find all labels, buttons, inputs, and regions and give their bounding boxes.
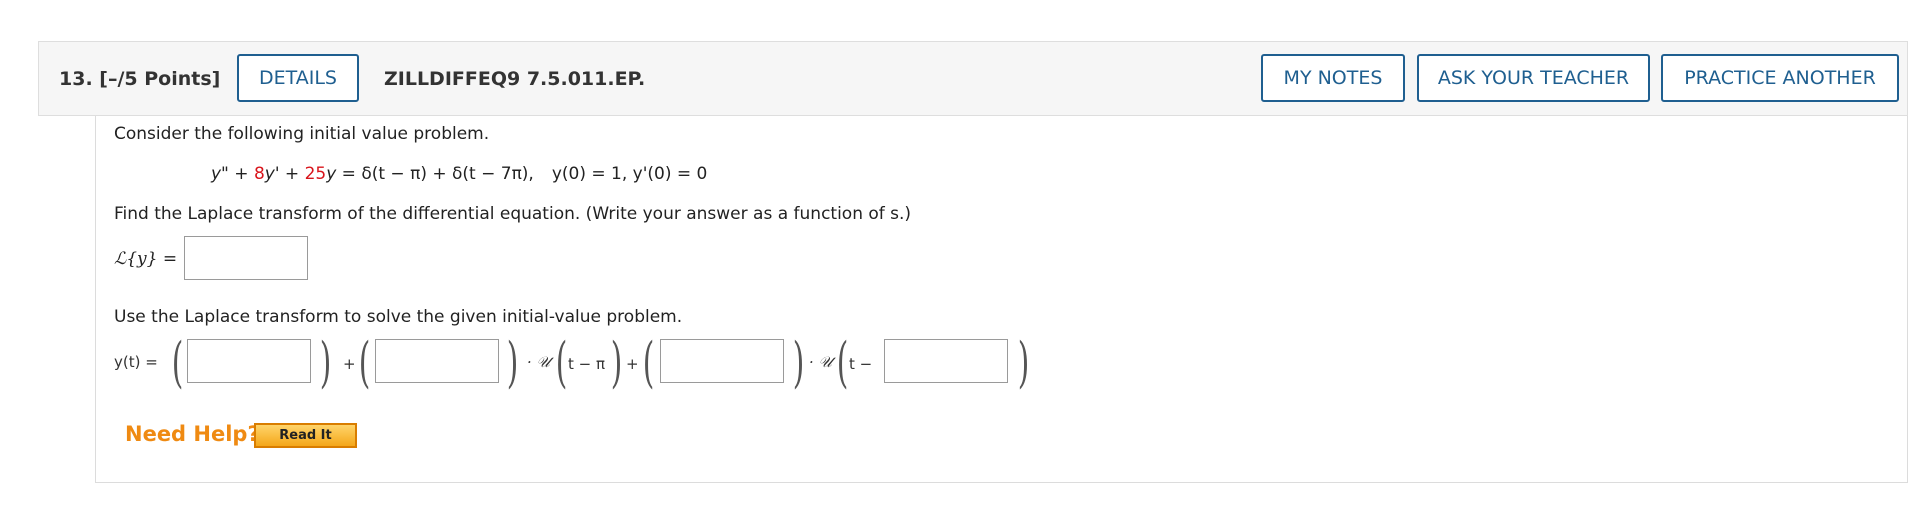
- open-paren: (: [555, 331, 568, 394]
- eq-plus: +: [228, 164, 254, 184]
- eq-coef-25: 25: [304, 164, 327, 184]
- plus-sign: +: [343, 355, 356, 373]
- details-button[interactable]: DETAILS: [237, 54, 359, 102]
- ask-teacher-button[interactable]: ASK YOUR TEACHER: [1417, 54, 1650, 102]
- shift-t-minus: t −: [849, 355, 873, 373]
- open-paren: (: [836, 331, 849, 394]
- close-paren: ): [319, 331, 332, 394]
- eq-rhs: = δ(t − π) + δ(t − 7π),: [336, 164, 534, 184]
- solution-shift-input[interactable]: [884, 339, 1008, 383]
- need-help-label: Need Help?: [125, 422, 260, 446]
- part2-prompt: Use the Laplace transform to solve the g…: [114, 307, 683, 327]
- intro-text: Consider the following initial value pro…: [114, 124, 490, 144]
- close-paren: ): [792, 331, 805, 394]
- solution-coef2-input[interactable]: [660, 339, 784, 383]
- solution-label: y(t) =: [114, 353, 158, 371]
- initial-conditions: y(0) = 1, y'(0) = 0: [551, 164, 708, 184]
- laplace-answer-input[interactable]: [184, 236, 308, 280]
- question-header: 13. [–/5 Points] DETAILS ZILLDIFFEQ9 7.5…: [38, 41, 1908, 116]
- close-paren: ): [610, 331, 623, 394]
- laplace-label: ℒ{y} =: [114, 249, 178, 269]
- my-notes-button[interactable]: MY NOTES: [1261, 54, 1405, 102]
- ode-equation: y" + 8y' + 25y = δ(t − π) + δ(t − 7π), y(…: [211, 164, 707, 184]
- open-paren: (: [171, 331, 184, 394]
- close-paren: ): [1017, 331, 1030, 394]
- solution-term1-input[interactable]: [187, 339, 311, 383]
- plus-sign: +: [626, 355, 639, 373]
- open-paren: (: [642, 331, 655, 394]
- open-paren: (: [358, 331, 371, 394]
- eq-term-y: y: [326, 164, 337, 184]
- heaviside-u-2: · 𝒰: [809, 353, 833, 371]
- eq-coef-8: 8: [253, 164, 265, 184]
- solution-coef1-input[interactable]: [375, 339, 499, 383]
- heaviside-u-1: · 𝒰: [527, 353, 551, 371]
- eq-plus: +: [279, 164, 305, 184]
- problem-id: ZILLDIFFEQ9 7.5.011.EP.: [384, 68, 646, 90]
- practice-another-button[interactable]: PRACTICE ANOTHER: [1661, 54, 1899, 102]
- eq-term-y2: y": [211, 164, 229, 184]
- read-it-button[interactable]: Read It: [254, 423, 357, 448]
- question-number: 13. [–/5 Points]: [59, 68, 221, 90]
- shift-t-minus-pi: t − π: [568, 355, 606, 373]
- close-paren: ): [506, 331, 519, 394]
- question-body: Consider the following initial value pro…: [95, 116, 1908, 483]
- eq-term-y1: y': [264, 164, 280, 184]
- part1-prompt: Find the Laplace transform of the differ…: [114, 204, 912, 224]
